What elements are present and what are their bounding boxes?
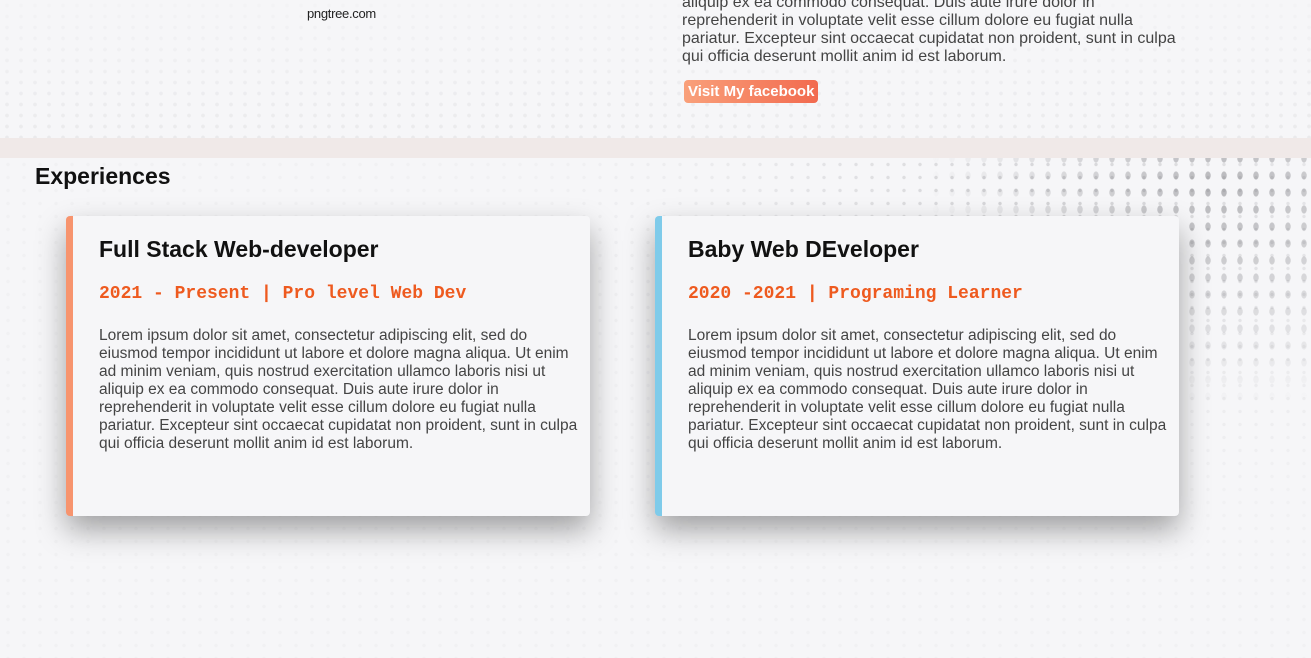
experience-card: Baby Web DEveloper 2020 -2021 | Programi… bbox=[655, 216, 1179, 516]
experience-description: Lorem ipsum dolor sit amet, consectetur … bbox=[99, 327, 578, 452]
about-paragraph: aliquip ex ea commodo consequat. Duis au… bbox=[682, 0, 1176, 65]
experience-period: 2021 - Present | Pro level Web Dev bbox=[99, 284, 467, 304]
watermark-text: pngtree.com bbox=[307, 6, 376, 21]
section-divider bbox=[0, 138, 1311, 158]
experience-title: Baby Web DEveloper bbox=[688, 236, 919, 262]
visit-facebook-button[interactable]: Visit My facebook bbox=[684, 80, 819, 103]
experience-card: Full Stack Web-developer 2021 - Present … bbox=[66, 216, 590, 516]
experience-period: 2020 -2021 | Programing Learner bbox=[688, 284, 1023, 304]
page: pngtree.com aliquip ex ea commodo conseq… bbox=[0, 0, 1311, 658]
experience-description: Lorem ipsum dolor sit amet, consectetur … bbox=[688, 327, 1167, 452]
experiences-heading: Experiences bbox=[35, 163, 171, 189]
experience-title: Full Stack Web-developer bbox=[99, 236, 379, 262]
